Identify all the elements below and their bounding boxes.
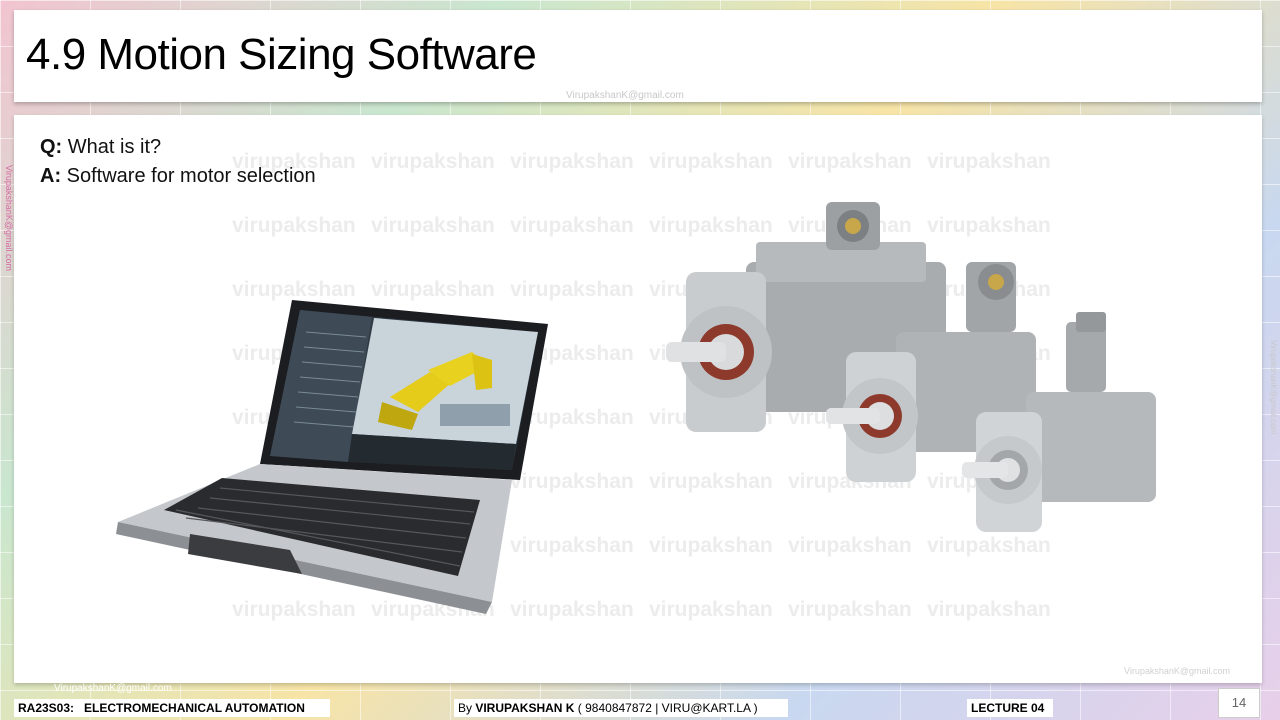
email-watermark-footer: VirupakshanK@gmail.com xyxy=(54,683,172,694)
email-watermark-top: VirupakshanK@gmail.com xyxy=(566,90,684,101)
question-line: Q: What is it? xyxy=(40,133,316,162)
title-bar: 4.9 Motion Sizing Software xyxy=(14,10,1262,102)
question-prefix: Q: xyxy=(40,136,63,158)
email-watermark-left: VirupakshanK@gmail.com xyxy=(4,165,14,272)
author-prefix: By xyxy=(458,701,476,715)
footer-bar: RA23S03: ELECTROMECHANICAL AUTOMATION By… xyxy=(14,697,1262,719)
email-watermark-right: VirupakshanK@gmail.com xyxy=(1269,340,1278,435)
question-text: What is it? xyxy=(62,136,162,158)
lecture-label: LECTURE 04 xyxy=(967,699,1053,717)
answer-prefix: A: xyxy=(40,165,62,187)
course-info: RA23S03: ELECTROMECHANICAL AUTOMATION xyxy=(14,699,330,717)
page-number: 14 xyxy=(1218,688,1260,718)
email-watermark-corner: VirupakshanK@gmail.com xyxy=(1124,666,1231,676)
slide-title: 4.9 Motion Sizing Software xyxy=(26,30,537,79)
laptop-image xyxy=(116,300,548,614)
author-name: VIRUPAKSHAN K xyxy=(475,701,575,715)
course-name: ELECTROMECHANICAL AUTOMATION xyxy=(84,701,305,715)
author-contact: ( 9840847872 | VIRU@KART.LA ) xyxy=(574,701,758,715)
author-info: By VIRUPAKSHAN K ( 9840847872 | VIRU@KAR… xyxy=(454,699,788,717)
course-code: RA23S03: xyxy=(18,701,75,715)
servo-motors-image xyxy=(666,202,1156,532)
